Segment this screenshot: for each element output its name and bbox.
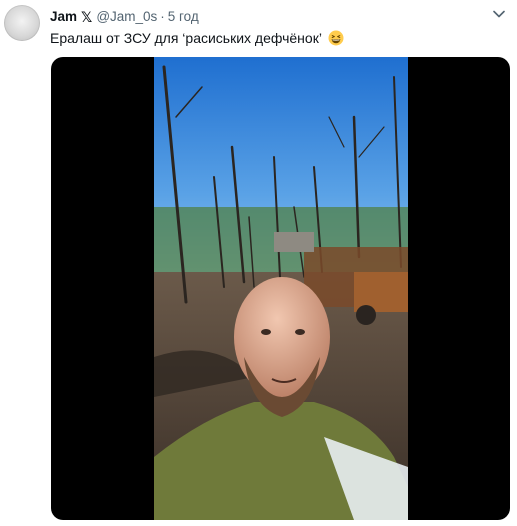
display-name[interactable]: Jam <box>50 8 77 26</box>
grinning-squinting-face-emoji <box>328 30 344 51</box>
video-thumbnail <box>154 57 408 520</box>
more-options-button[interactable] <box>489 6 509 22</box>
tweet: Jam 𝕏 @Jam_0s · 5 год Ералаш от ЗСУ для … <box>0 0 517 526</box>
tweet-text: Ералаш от ЗСУ для ‘расиських дефчёнок’ <box>50 28 344 51</box>
video-player[interactable] <box>51 57 510 520</box>
separator-dot: · <box>160 9 165 24</box>
x-badge-icon: 𝕏 <box>81 9 93 25</box>
timestamp[interactable]: 5 год <box>168 8 199 26</box>
avatar[interactable] <box>4 5 40 41</box>
tweet-text-content: Ералаш от ЗСУ для ‘расиських дефчёнок’ <box>50 30 322 46</box>
user-handle[interactable]: @Jam_0s <box>96 8 157 26</box>
tweet-header: Jam 𝕏 @Jam_0s · 5 год <box>50 8 199 26</box>
chevron-down-icon <box>493 10 505 18</box>
